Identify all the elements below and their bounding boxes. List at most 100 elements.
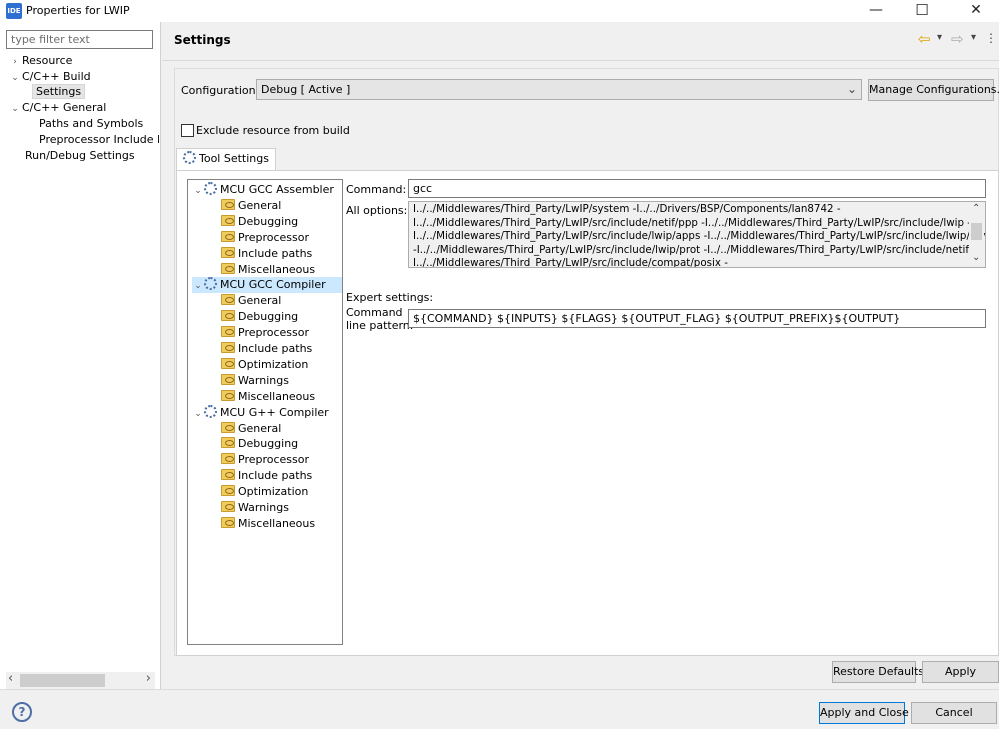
settings-folder-icon xyxy=(221,453,235,465)
ide-app-icon: IDE xyxy=(6,3,22,19)
configuration-select[interactable]: Debug [ Active ] ⌄ xyxy=(256,79,862,100)
tool-tree-category[interactable]: Miscellaneous xyxy=(221,262,315,278)
scroll-left-icon[interactable]: ‹ xyxy=(8,671,13,686)
chevron-down-icon[interactable]: ⌄ xyxy=(192,406,204,422)
window-title: Properties for LWIP xyxy=(26,4,130,17)
tool-tree-category[interactable]: Include paths xyxy=(221,468,312,484)
scrollbar-thumb[interactable] xyxy=(971,223,982,240)
dialog-button-bar: ? Apply and Close Cancel xyxy=(0,689,999,729)
forward-dropdown-icon[interactable]: ▾ xyxy=(971,32,976,43)
restore-defaults-button[interactable]: Restore Defaults xyxy=(832,661,924,683)
tool-tree-category[interactable]: Optimization xyxy=(221,357,308,373)
nav-item-label: C/C++ General xyxy=(22,101,107,114)
tool-tree-category[interactable]: Debugging xyxy=(221,309,298,325)
tool-tree-category[interactable]: Miscellaneous xyxy=(221,389,315,405)
tool-tree-category[interactable]: Include paths xyxy=(221,341,312,357)
tool-tree-category[interactable]: Preprocessor xyxy=(221,452,309,468)
settings-folder-icon xyxy=(221,326,235,338)
command-line-pattern-input[interactable]: ${COMMAND} ${INPUTS} ${FLAGS} ${OUTPUT_F… xyxy=(408,309,986,328)
header-divider xyxy=(162,60,999,61)
scroll-down-icon[interactable]: ⌄ xyxy=(972,251,980,265)
tree-item-label: Miscellaneous xyxy=(238,516,316,530)
chevron-down-icon[interactable]: ⌄ xyxy=(8,101,22,117)
option-line: -I../../Middlewares/Third_Party/LwIP/src… xyxy=(413,243,976,256)
tool-tree-item[interactable]: ⌄ MCU GCC Assembler xyxy=(192,182,334,198)
tab-label: Tool Settings xyxy=(199,152,269,165)
all-options-label: All options: xyxy=(346,204,408,217)
nav-item-cpp-build[interactable]: ⌄ C/C++ Build xyxy=(8,69,91,86)
tool-tree-category[interactable]: Optimization xyxy=(221,484,308,500)
tool-tree: ⌄ MCU GCC Assembler General Debugging Prepro… xyxy=(187,179,343,645)
tool-tree-category[interactable]: General xyxy=(221,421,281,437)
tree-item-label: Include paths xyxy=(238,469,313,483)
all-options-textarea[interactable]: I../../Middlewares/Third_Party/LwIP/syst… xyxy=(408,201,986,268)
command-input[interactable]: gcc xyxy=(408,179,986,198)
horizontal-scrollbar[interactable]: ‹ › xyxy=(6,671,155,689)
tab-tool-settings[interactable]: Tool Settings xyxy=(176,148,276,170)
tool-tree-category[interactable]: Include paths xyxy=(221,246,312,262)
tree-item-label: General xyxy=(238,421,282,435)
option-line: I../../Middlewares/Third_Party/LwIP/src/… xyxy=(413,257,728,268)
apply-button[interactable]: Apply xyxy=(922,661,999,683)
tree-item-label: Debugging xyxy=(238,437,299,451)
back-arrow-icon[interactable]: ⇦ xyxy=(918,30,931,48)
cancel-button[interactable]: Cancel xyxy=(911,702,997,724)
manage-configurations-button[interactable]: Manage Configurations... xyxy=(868,79,999,101)
nav-item-label: Settings xyxy=(32,84,86,99)
nav-item-settings[interactable]: Settings xyxy=(32,84,86,100)
tool-tree-category[interactable]: Preprocessor xyxy=(221,325,309,341)
nav-item-paths-symbols[interactable]: Paths and Symbols xyxy=(39,116,143,132)
tool-tree-category[interactable]: Debugging xyxy=(221,436,298,452)
tool-tree-category[interactable]: General xyxy=(221,198,281,214)
nav-item-preprocessor-include[interactable]: Preprocessor Include Pat xyxy=(39,132,159,148)
chevron-down-icon[interactable]: ⌄ xyxy=(847,80,857,99)
vertical-scrollbar[interactable]: ⌃ ⌄ xyxy=(969,203,984,266)
nav-item-label: Resource xyxy=(22,54,73,67)
nav-item-resource[interactable]: › Resource xyxy=(8,53,72,69)
settings-folder-icon xyxy=(221,342,235,353)
chevron-down-icon[interactable]: ⌄ xyxy=(8,70,22,86)
tool-tree-category[interactable]: Miscellaneous xyxy=(221,516,315,532)
close-icon[interactable]: ✕ xyxy=(953,0,999,22)
tree-item-label: Preprocessor xyxy=(238,453,310,467)
maximize-icon[interactable]: ☐ xyxy=(899,0,945,22)
tree-item-label: Optimization xyxy=(238,357,309,371)
settings-folder-icon xyxy=(221,294,235,306)
settings-folder-icon xyxy=(221,437,235,449)
filter-input[interactable] xyxy=(6,30,153,49)
scroll-up-icon[interactable]: ⌃ xyxy=(972,202,980,216)
tool-tree-category[interactable]: Debugging xyxy=(221,214,298,230)
tool-tree-category[interactable]: Warnings xyxy=(221,373,289,389)
tree-item-label: Warnings xyxy=(238,373,289,387)
settings-pane: Settings ⇦ ▾ ⇨ ▾ ⋮ Configuration: Debug … xyxy=(162,22,999,689)
minimize-icon[interactable]: — xyxy=(853,0,899,22)
nav-item-label: Preprocessor Include Pat xyxy=(39,133,159,146)
tool-tree-item[interactable]: ⌄ MCU GCC Compiler xyxy=(192,277,342,294)
tool-tree-item[interactable]: ⌄ MCU G++ Compiler xyxy=(192,404,329,422)
settings-folder-icon xyxy=(221,389,235,401)
tree-item-label: MCU GCC Assembler xyxy=(220,183,334,196)
tool-tree-category[interactable]: General xyxy=(221,293,281,309)
chevron-right-icon[interactable]: › xyxy=(8,54,22,70)
tree-item-label: Debugging xyxy=(238,214,299,228)
nav-item-cpp-general[interactable]: ⌄ C/C++ General xyxy=(8,100,106,116)
nav-item-run-debug[interactable]: Run/Debug Settings xyxy=(25,148,135,164)
tool-tree-category[interactable]: Warnings xyxy=(221,500,289,516)
forward-arrow-icon[interactable]: ⇨ xyxy=(951,30,964,48)
tool-tree-category[interactable]: Preprocessor xyxy=(221,230,309,246)
exclude-from-build-checkbox[interactable] xyxy=(181,124,194,137)
help-icon[interactable]: ? xyxy=(12,702,32,722)
settings-folder-icon xyxy=(221,214,235,226)
settings-folder-icon xyxy=(221,485,235,497)
back-dropdown-icon[interactable]: ▾ xyxy=(937,32,942,43)
scrollbar-thumb[interactable] xyxy=(20,674,105,687)
tree-item-label: Preprocessor xyxy=(238,326,310,340)
scroll-right-icon[interactable]: › xyxy=(146,671,151,686)
nav-item-label: C/C++ Build xyxy=(22,70,91,83)
option-line: I../../Middlewares/Third_Party/LwIP/src/… xyxy=(413,216,972,229)
chevron-down-icon[interactable]: ⌄ xyxy=(192,278,204,294)
view-menu-icon[interactable]: ⋮ xyxy=(985,31,997,45)
expert-settings-label: Expert settings: xyxy=(346,291,434,304)
chevron-down-icon[interactable]: ⌄ xyxy=(192,183,204,199)
apply-and-close-button[interactable]: Apply and Close xyxy=(819,702,909,724)
